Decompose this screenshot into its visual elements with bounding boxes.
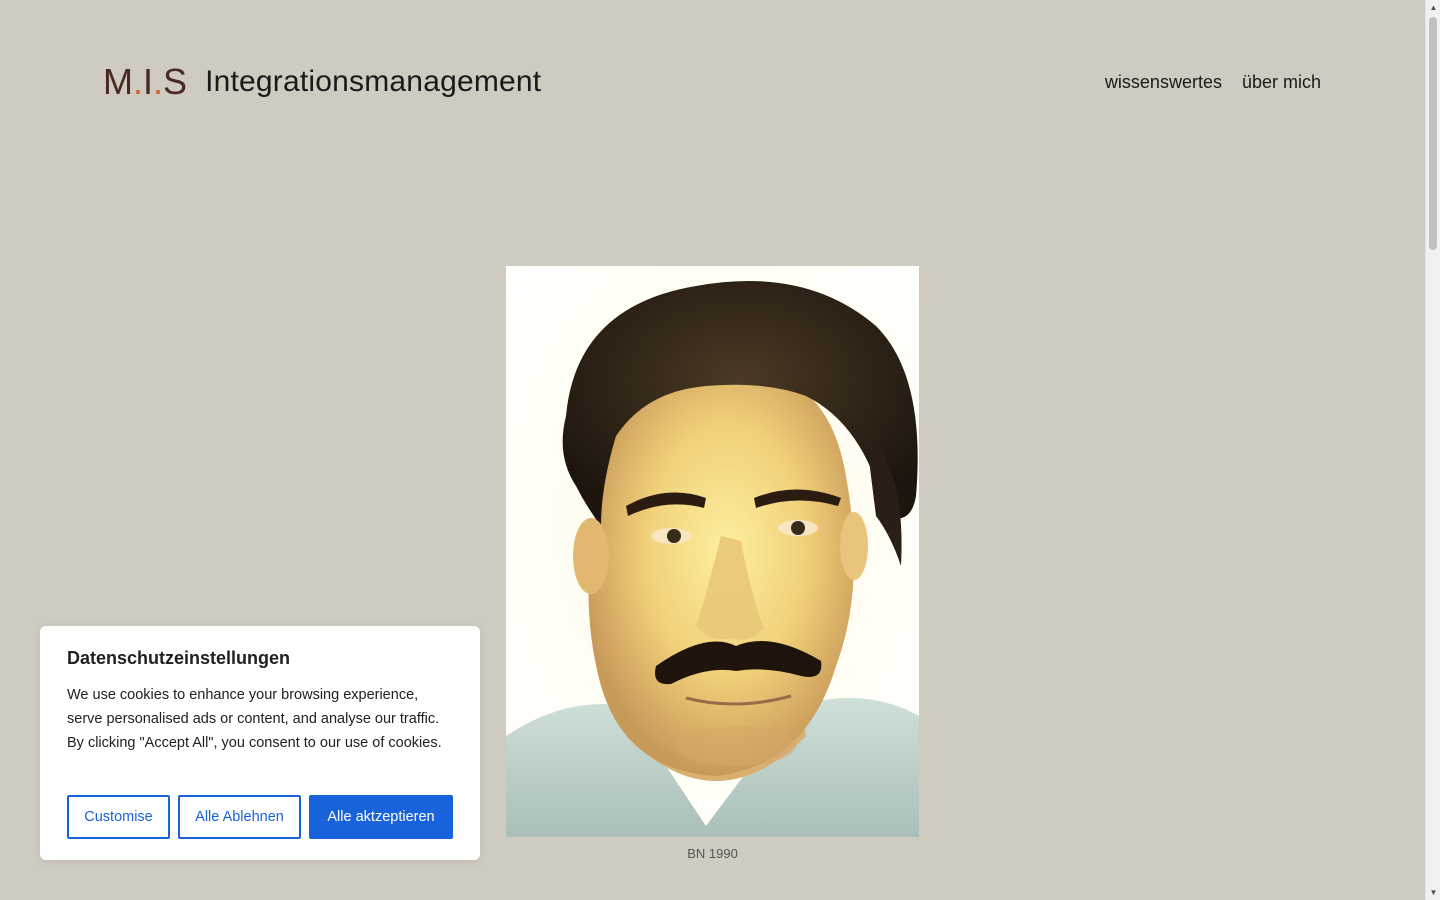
site-header: M . I . S Integrationsmanagement wissens… — [103, 60, 1321, 104]
triangle-down-icon[interactable]: ▼ — [1426, 885, 1440, 900]
cookie-button-group: Customise Alle Ablehnen Alle aktzeptiere… — [67, 795, 453, 839]
nav-link-ueber-mich[interactable]: über mich — [1242, 72, 1321, 93]
image-caption: BN 1990 — [687, 846, 738, 861]
customise-button[interactable]: Customise — [67, 795, 170, 839]
logo-dot: . — [133, 61, 144, 102]
vertical-scrollbar[interactable]: ▲ ▼ — [1425, 0, 1440, 900]
logo-letter-s: S — [163, 61, 188, 102]
page: M . I . S Integrationsmanagement wissens… — [0, 0, 1425, 900]
cookie-banner-title: Datenschutzeinstellungen — [67, 648, 291, 668]
cookie-consent-banner: Datenschutzeinstellungen We use cookies … — [40, 626, 480, 860]
portrait-figure: BN 1990 — [506, 266, 919, 861]
accept-all-button[interactable]: Alle aktzeptieren — [309, 795, 453, 839]
triangle-up-icon[interactable]: ▲ — [1426, 0, 1440, 15]
site-title[interactable]: Integrationsmanagement — [205, 65, 541, 99]
reject-all-button[interactable]: Alle Ablehnen — [178, 795, 301, 839]
portrait-image — [506, 266, 919, 837]
logo-dot: . — [153, 61, 164, 102]
nav-link-wissenswertes[interactable]: wissenswertes — [1105, 72, 1222, 93]
logo[interactable]: M . I . S — [103, 64, 187, 100]
logo-letter-m: M — [103, 61, 133, 102]
brand[interactable]: M . I . S Integrationsmanagement — [103, 64, 541, 100]
cookie-banner-text: We use cookies to enhance your browsing … — [67, 687, 442, 751]
main-nav: wissenswertes über mich — [1105, 72, 1321, 93]
logo-letter-i: I — [143, 61, 154, 102]
scrollbar-thumb[interactable] — [1429, 17, 1437, 250]
